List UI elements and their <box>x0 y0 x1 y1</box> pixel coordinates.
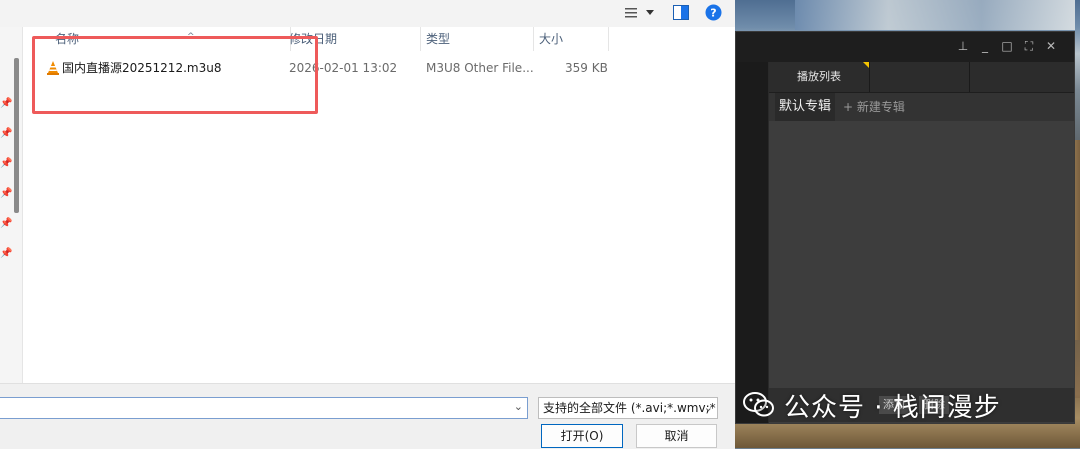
view-menu-icon[interactable] <box>625 7 639 19</box>
file-type-select[interactable]: 支持的全部文件 (*.avi;*.wmv;* ⌄ <box>538 397 718 419</box>
chevron-down-icon: ⌄ <box>703 401 713 414</box>
dialog-footer: ⌄ 支持的全部文件 (*.avi;*.wmv;* ⌄ 打开(O) 取消 <box>0 383 735 449</box>
pin-icon[interactable]: ⊥ <box>955 39 971 53</box>
file-size: 359 KB <box>565 61 608 75</box>
close-icon[interactable]: ✕ <box>1043 39 1059 53</box>
tab-empty[interactable] <box>869 62 970 92</box>
sky-clouds <box>795 0 1075 30</box>
view-dropdown-icon[interactable] <box>646 10 654 16</box>
album-default[interactable]: 默认专辑 <box>775 93 836 121</box>
preview-pane-icon[interactable] <box>673 5 689 20</box>
minimize-icon[interactable]: _ <box>977 39 993 53</box>
playlist-body <box>769 121 1074 423</box>
red-highlight-box <box>32 36 318 114</box>
player-titlebar: ⊥ _ □ ⛶ ✕ <box>736 32 1074 62</box>
watermark: 公众号 · 栈间漫步 <box>742 386 1001 424</box>
column-type[interactable]: 类型 <box>418 27 534 51</box>
dialog-toolbar: ? <box>0 0 735 27</box>
help-icon[interactable]: ? <box>705 4 722 21</box>
column-size[interactable]: 大小 <box>531 27 609 51</box>
svg-text:?: ? <box>710 7 716 20</box>
playlist-tabs: 播放列表 <box>769 62 1074 93</box>
playlist-panel: 播放列表 默认专辑 + 新建专辑 添加 删除 <box>769 62 1074 423</box>
tab-playlist[interactable]: 播放列表 <box>769 62 870 92</box>
pin-icon: 📌 <box>0 218 13 229</box>
player-video-area <box>736 62 768 423</box>
fullscreen-icon[interactable]: ⛶ <box>1021 39 1037 53</box>
pin-icon: 📌 <box>0 248 13 259</box>
watermark-text: 公众号 · 栈间漫步 <box>784 392 1001 423</box>
album-tabs: 默认专辑 + 新建专辑 <box>769 93 1074 121</box>
nav-scrollbar[interactable] <box>14 58 19 213</box>
pin-icon: 📌 <box>0 128 13 139</box>
filename-input[interactable]: ⌄ <box>0 397 528 419</box>
file-type: M3U8 Other File... <box>426 61 534 75</box>
media-player-window: ⊥ _ □ ⛶ ✕ 播放列表 默认专辑 + 新建专辑 添加 删除 <box>735 31 1075 424</box>
wechat-logo-icon <box>743 392 774 417</box>
pin-icon: 📌 <box>0 98 13 109</box>
maximize-icon[interactable]: □ <box>999 39 1015 53</box>
cancel-button[interactable]: 取消 <box>636 424 717 448</box>
file-open-dialog: ? 📌 📌 📌 📌 📌 📌 名称 ^ 修改日期 类型 大小 国内直播源20251… <box>0 0 735 449</box>
album-new-button[interactable]: + 新建专辑 <box>843 93 905 121</box>
file-type-label: 支持的全部文件 (*.avi;*.wmv;* <box>543 401 716 415</box>
pin-icon: 📌 <box>0 158 13 169</box>
open-button[interactable]: 打开(O) <box>541 424 623 448</box>
navigation-pane: 📌 📌 📌 📌 📌 📌 <box>0 27 23 383</box>
chevron-down-icon[interactable]: ⌄ <box>514 400 523 413</box>
pin-icon: 📌 <box>0 188 13 199</box>
